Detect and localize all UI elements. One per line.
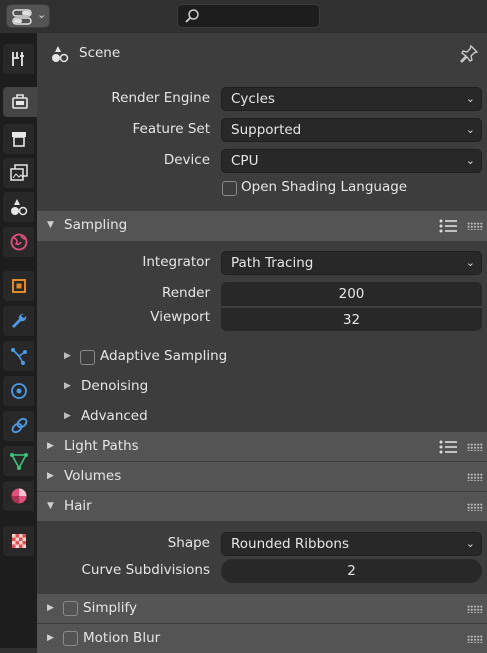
panel-header-simplify[interactable]: ▶ Simplify <box>37 594 487 623</box>
panel-header-sampling[interactable]: ▼ Sampling <box>37 211 487 241</box>
osl-label: Open Shading Language <box>241 179 408 195</box>
volumes-title: Volumes <box>64 468 122 484</box>
pin-icon[interactable] <box>459 44 479 64</box>
light-paths-title: Light Paths <box>64 438 139 454</box>
sampling-title: Sampling <box>64 217 128 233</box>
render-engine-value: Cycles <box>231 91 275 107</box>
render-samples-field[interactable]: 200 <box>221 282 482 306</box>
tab-particles[interactable] <box>3 341 34 371</box>
tab-world[interactable] <box>3 227 34 257</box>
hair-shape-value: Rounded Ribbons <box>231 536 349 552</box>
hair-shape-dropdown[interactable]: Rounded Ribbons ⌄ <box>221 532 482 556</box>
wrench-icon <box>11 313 26 328</box>
triangle-right-icon: ▶ <box>64 381 71 391</box>
feature-set-label: Feature Set <box>132 121 210 137</box>
tab-output[interactable] <box>3 124 34 154</box>
texture-icon <box>11 534 26 548</box>
triangle-right-icon: ▶ <box>47 603 54 613</box>
tool-icon <box>11 52 24 66</box>
panel-header-light-paths[interactable]: ▶ Light Paths <box>37 432 487 461</box>
chevron-down-icon: ⌄ <box>465 154 475 167</box>
tab-data[interactable] <box>3 446 34 476</box>
triangle-down-icon: ▼ <box>47 501 54 511</box>
motion-blur-title: Motion Blur <box>83 630 161 646</box>
tab-texture[interactable] <box>3 526 34 556</box>
triangle-right-icon: ▶ <box>47 471 54 481</box>
chevron-down-icon: ⌄ <box>465 92 475 105</box>
presets-list-icon[interactable] <box>439 219 457 233</box>
editor-type-button[interactable]: ⌄ <box>6 4 50 28</box>
context-title: Scene <box>79 45 121 61</box>
advanced-subpanel[interactable]: Advanced <box>81 408 148 424</box>
mesh-data-icon <box>9 453 28 470</box>
drag-grip-icon[interactable] <box>467 473 483 481</box>
scene-icon <box>52 46 69 63</box>
viewport-samples-field[interactable]: 32 <box>221 307 482 331</box>
tab-physics[interactable] <box>3 376 34 406</box>
drag-grip-icon[interactable] <box>467 222 483 230</box>
object-icon <box>11 279 26 293</box>
hair-title: Hair <box>64 498 92 514</box>
feature-set-dropdown[interactable]: Supported ⌄ <box>221 118 482 142</box>
constraints-icon <box>11 417 27 434</box>
drag-grip-icon[interactable] <box>467 443 483 451</box>
integrator-value: Path Tracing <box>231 255 314 271</box>
integrator-label: Integrator <box>142 254 210 270</box>
simplify-title: Simplify <box>83 600 138 616</box>
adaptive-sampling-label[interactable]: Adaptive Sampling <box>100 348 227 364</box>
triangle-right-icon: ▶ <box>47 441 54 451</box>
curve-subdivisions-field[interactable]: 2 <box>221 559 482 583</box>
panel-header-motion-blur[interactable]: ▶ Motion Blur <box>37 624 487 653</box>
simplify-checkbox[interactable] <box>63 601 78 616</box>
curve-subdivisions-label: Curve Subdivisions <box>81 562 210 578</box>
render-engine-dropdown[interactable]: Cycles ⌄ <box>221 87 482 111</box>
tab-constraints[interactable] <box>3 411 34 441</box>
tab-render[interactable] <box>3 87 37 117</box>
output-icon <box>11 132 26 147</box>
panel-header-hair[interactable]: ▼ Hair <box>37 492 487 521</box>
render-samples-label: Render <box>161 285 210 301</box>
triangle-down-icon: ▼ <box>47 220 54 230</box>
tab-object[interactable] <box>3 271 34 301</box>
physics-icon <box>10 383 27 399</box>
search-icon <box>185 9 199 23</box>
shape-label: Shape <box>167 535 210 551</box>
adaptive-sampling-checkbox[interactable] <box>80 350 95 365</box>
drag-grip-icon[interactable] <box>467 635 483 643</box>
device-label: Device <box>163 152 210 168</box>
triangle-right-icon: ▶ <box>47 633 54 643</box>
scene-icon <box>10 199 27 216</box>
presets-list-icon[interactable] <box>439 440 457 454</box>
osl-checkbox[interactable] <box>222 181 237 196</box>
material-icon <box>11 488 26 504</box>
chevron-down-icon: ⌄ <box>465 256 475 269</box>
viewport-samples-label: Viewport <box>150 309 210 325</box>
render-engine-label: Render Engine <box>111 90 210 106</box>
render-icon <box>12 94 28 109</box>
properties-editor-icon <box>12 9 32 25</box>
tab-modifiers[interactable] <box>3 306 34 336</box>
integrator-dropdown[interactable]: Path Tracing ⌄ <box>221 251 482 275</box>
triangle-right-icon: ▶ <box>64 351 71 361</box>
particles-icon <box>10 348 27 365</box>
drag-grip-icon[interactable] <box>467 503 483 511</box>
panel-header-volumes[interactable]: ▶ Volumes <box>37 462 487 491</box>
tab-view-layer[interactable] <box>3 158 34 188</box>
tab-tool[interactable] <box>3 44 34 74</box>
world-icon <box>10 233 27 251</box>
feature-set-value: Supported <box>231 122 302 138</box>
search-input[interactable] <box>177 4 320 28</box>
drag-grip-icon[interactable] <box>467 605 483 613</box>
denoising-subpanel[interactable]: Denoising <box>81 378 148 394</box>
chevron-down-icon: ⌄ <box>465 123 475 136</box>
chevron-down-icon: ⌄ <box>465 537 475 550</box>
triangle-right-icon: ▶ <box>64 411 71 421</box>
device-dropdown[interactable]: CPU ⌄ <box>221 149 482 173</box>
device-value: CPU <box>231 153 259 169</box>
tab-scene[interactable] <box>3 192 34 222</box>
chevron-down-icon: ⌄ <box>37 8 47 21</box>
view-layer-icon <box>9 164 28 181</box>
tab-material[interactable] <box>3 481 34 511</box>
motion-blur-checkbox[interactable] <box>63 631 78 646</box>
